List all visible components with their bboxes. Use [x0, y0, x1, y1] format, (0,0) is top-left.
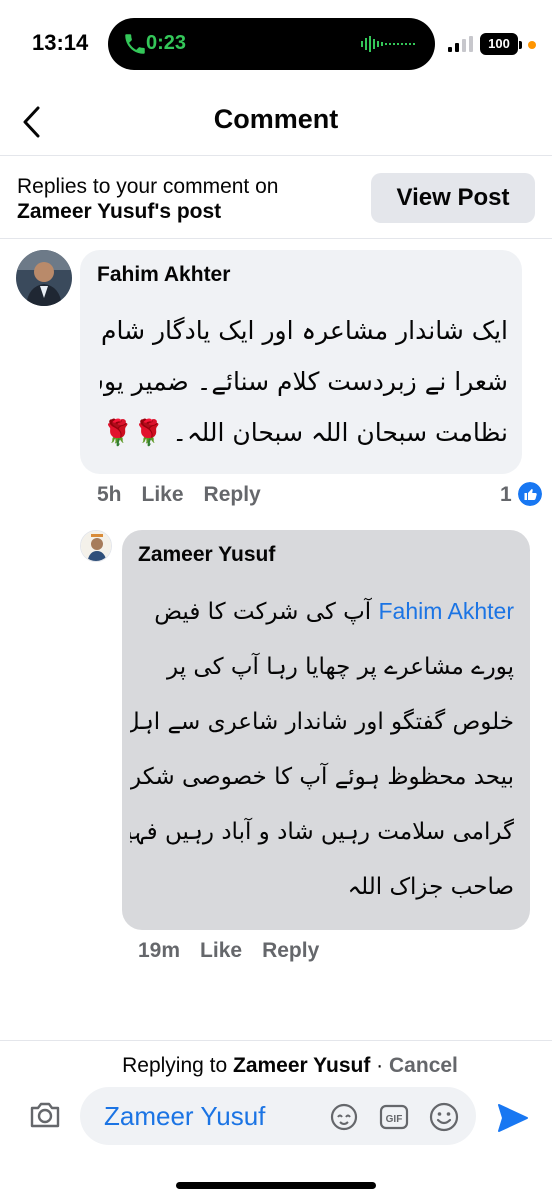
replying-bar: Replying to Zameer Yusuf · Cancel — [0, 1040, 552, 1088]
comment-line: پورے مشاعرے پر چھایا رہا آپ کی پر — [167, 654, 514, 680]
comment-text: Fahim Akhter آپ کی شرکت کا فیض پورے مشاع… — [130, 584, 514, 915]
comment-actions: 19m Like Reply — [138, 939, 339, 963]
camera-icon[interactable] — [28, 1098, 62, 1132]
avatar-sticker-icon[interactable] — [328, 1101, 360, 1133]
comment-line: Fahim Akhter آپ کی شرکت کا فیض — [130, 584, 514, 640]
banner-text: Replies to your comment on Zameer Yusuf'… — [17, 174, 362, 224]
comment-actions: 5h Like Reply — [97, 483, 281, 507]
like-button[interactable]: Like — [142, 483, 184, 506]
reply-button[interactable]: Reply — [262, 939, 319, 962]
send-icon[interactable] — [496, 1102, 530, 1134]
replying-prefix: Replying to — [122, 1054, 228, 1077]
status-bar: 13:14 0:23 100 — [0, 0, 552, 90]
gif-icon[interactable]: GIF — [378, 1101, 410, 1133]
banner-suffix: 's post — [154, 200, 222, 223]
like-reaction-icon[interactable] — [518, 482, 542, 506]
home-indicator[interactable] — [176, 1182, 376, 1189]
call-timer: 0:23 — [146, 32, 187, 54]
banner-prefix: Replies to your comment on — [17, 175, 279, 198]
dynamic-island[interactable]: 0:23 — [108, 18, 435, 70]
like-button[interactable]: Like — [200, 939, 242, 962]
comment-input[interactable]: Zameer Yusuf — [104, 1101, 265, 1132]
reaction-count[interactable]: 1 — [500, 483, 512, 507]
comment-line: نظامت سبحان اللہ سبحان اللہ۔ 🌹🌹 — [102, 418, 508, 447]
avatar[interactable] — [80, 530, 112, 562]
profile-photo-icon — [16, 250, 72, 306]
comment-line: ایک شاندار مشاعرہ اور ایک یادگار شام ۔ ت… — [100, 316, 508, 345]
svg-text:GIF: GIF — [386, 1114, 403, 1125]
signal-icon — [448, 36, 473, 52]
status-time: 13:14 — [32, 30, 89, 55]
audio-waveform-icon — [361, 36, 415, 52]
emoji-icon[interactable] — [428, 1101, 460, 1133]
separator: · — [370, 1054, 390, 1077]
mention-link[interactable]: Fahim Akhter — [379, 598, 515, 624]
comment-author[interactable]: Fahim Akhter — [97, 263, 230, 287]
comment-line: صاحب جزاک اللہ — [347, 874, 514, 900]
view-post-button[interactable]: View Post — [371, 173, 535, 223]
post-owner-name[interactable]: Zameer Yusuf — [17, 200, 154, 223]
post-context-banner: Replies to your comment on Zameer Yusuf'… — [0, 157, 552, 239]
comment-time: 5h — [97, 483, 122, 506]
comment-line: بیحد محظوظ ہوئے آپ کا خصوصی شکریہ برادر — [130, 764, 514, 790]
comment-composer[interactable]: Zameer Yusuf GIF — [80, 1087, 476, 1145]
comment-line-text: آپ کی شرکت کا فیض — [154, 599, 372, 625]
comment-time: 19m — [138, 939, 181, 962]
comment-line: خلوص گفتگو اور شاندار شاعری سے اہل بزم — [130, 709, 514, 735]
battery-level: 100 — [488, 36, 510, 51]
comment-text: ایک شاندار مشاعرہ اور ایک یادگار شام ۔ ت… — [100, 305, 508, 458]
microphone-indicator — [528, 41, 536, 49]
replying-to-name: Zameer Yusuf — [233, 1054, 371, 1077]
comment-author[interactable]: Zameer Yusuf — [138, 543, 275, 567]
page-title: Comment — [213, 104, 339, 134]
replying-text: Replying to Zameer Yusuf · Cancel — [0, 1054, 552, 1078]
avatar[interactable] — [16, 250, 72, 306]
header: Comment — [0, 90, 552, 156]
cancel-reply-button[interactable]: Cancel — [389, 1054, 458, 1077]
reply-button[interactable]: Reply — [204, 483, 261, 506]
comment-line: شعرا نے زبردست کلام سنائے۔ ضمیر یوسف کی — [100, 367, 508, 396]
comment-line: گرامی سلامت رہیں شاد و آباد رہیں فہیم اخ… — [130, 819, 514, 845]
phone-icon — [125, 34, 145, 54]
battery-icon: 100 — [480, 33, 522, 55]
profile-photo-icon — [81, 531, 111, 561]
